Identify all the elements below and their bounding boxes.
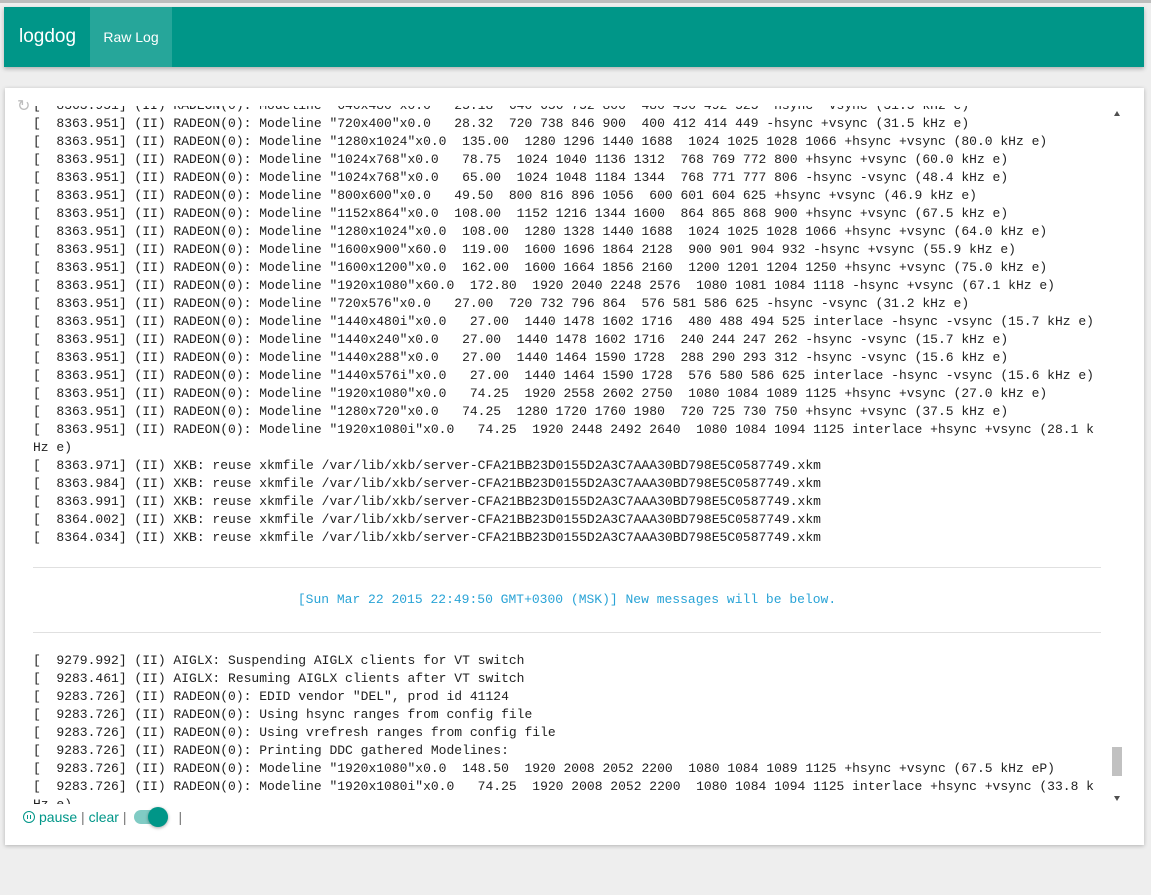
log-line: [ 8363.951] (II) RADEON(0): Modeline "14… — [33, 350, 1009, 365]
window-top-border — [0, 0, 1151, 3]
reload-icon[interactable]: ↻ — [17, 99, 33, 115]
log-line: [ 8363.951] (II) RADEON(0): Modeline "11… — [33, 206, 1009, 221]
log-controls: pause | clear | | — [23, 806, 182, 828]
log-line: [ 9279.992] (II) AIGLX: Suspending AIGLX… — [33, 653, 525, 668]
clear-link[interactable]: clear — [89, 806, 119, 828]
log-line: [ 9283.726] (II) RADEON(0): EDID vendor … — [33, 689, 509, 704]
log-line: [ 8363.951] (II) RADEON(0): Modeline "16… — [33, 260, 1048, 275]
log-line: [ 8363.951] (II) RADEON(0): Modeline "12… — [33, 404, 1009, 419]
log-line: [ 8364.034] (II) XKB: reuse xkmfile /var… — [33, 530, 821, 545]
scroll-up-arrow-icon[interactable] — [1114, 111, 1120, 116]
log-line: [ 8363.951] (II) RADEON(0): Modeline "14… — [33, 332, 1009, 347]
log-line: [ 9283.726] (II) RADEON(0): Modeline "19… — [33, 779, 1094, 794]
log-line: Hz e) — [33, 796, 1111, 804]
log-line: [ 8363.951] (II) RADEON(0): Modeline "19… — [33, 422, 1094, 437]
log-viewport[interactable]: [ 8363.951] (II) RADEON(0): Modeline "64… — [33, 106, 1111, 804]
log-line: [ 9283.726] (II) RADEON(0): Using hsync … — [33, 707, 533, 722]
log-line: [ 8363.951] (II) RADEON(0): Modeline "10… — [33, 152, 1009, 167]
log-line: [ 8363.951] (II) RADEON(0): Modeline "72… — [33, 296, 970, 311]
log-content: [ 8363.951] (II) RADEON(0): Modeline "64… — [33, 106, 1111, 804]
log-line: [ 8363.991] (II) XKB: reuse xkmfile /var… — [33, 494, 821, 509]
controls-separator: | — [118, 809, 127, 825]
log-line: [ 8363.971] (II) XKB: reuse xkmfile /var… — [33, 458, 821, 473]
log-line: Hz e) — [33, 440, 73, 455]
log-line: [ 9283.461] (II) AIGLX: Resuming AIGLX c… — [33, 671, 525, 686]
log-line: [ 8363.951] (II) RADEON(0): Modeline "12… — [33, 134, 1048, 149]
pause-link[interactable]: pause — [39, 806, 77, 828]
log-line: [ 8363.951] (II) RADEON(0): Modeline "10… — [33, 170, 1009, 185]
log-line: [ 8363.951] (II) RADEON(0): Modeline "16… — [33, 242, 1016, 257]
toggle-knob[interactable] — [148, 807, 169, 827]
log-lines-after: [ 9279.992] (II) AIGLX: Suspending AIGLX… — [33, 652, 1111, 804]
log-lines-before: [ 8363.951] (II) RADEON(0): Modeline "64… — [33, 106, 1111, 547]
scrollbar-thumb[interactable] — [1112, 747, 1122, 776]
log-line: [ 8363.951] (II) RADEON(0): Modeline "64… — [33, 106, 1111, 115]
log-line: [ 8363.951] (II) RADEON(0): Modeline "72… — [33, 116, 970, 131]
log-scrollbar[interactable] — [1111, 106, 1123, 804]
tab-raw-log[interactable]: Raw Log — [90, 7, 172, 67]
log-card: ↻ [ 8363.951] (II) RADEON(0): Modeline "… — [5, 88, 1144, 845]
log-line: [ 9283.726] (II) RADEON(0): Printing DDC… — [33, 743, 509, 758]
controls-separator: | — [77, 809, 89, 825]
autoscroll-toggle[interactable] — [132, 807, 169, 827]
log-line: [ 8363.951] (II) RADEON(0): Modeline "80… — [33, 188, 977, 203]
log-line: [ 8363.951] (II) RADEON(0): Modeline "14… — [33, 368, 1094, 383]
app-bar: logdog Raw Log — [4, 7, 1144, 67]
log-line: [ 8363.951] (II) RADEON(0): Modeline "14… — [33, 314, 1094, 329]
log-line: [ 8363.951] (II) RADEON(0): Modeline "19… — [33, 386, 1048, 401]
scroll-down-arrow-icon[interactable] — [1114, 796, 1120, 801]
log-line: [ 8364.002] (II) XKB: reuse xkmfile /var… — [33, 512, 821, 527]
pause-icon[interactable] — [23, 811, 35, 823]
log-line: [ 9283.726] (II) RADEON(0): Modeline "19… — [33, 761, 1055, 776]
log-line: [ 8363.951] (II) RADEON(0): Modeline "12… — [33, 224, 1048, 239]
new-messages-notice: [Sun Mar 22 2015 22:49:50 GMT+0300 (MSK)… — [297, 592, 837, 607]
log-line: [ 9283.726] (II) RADEON(0): Using vrefre… — [33, 725, 556, 740]
app-title[interactable]: logdog — [19, 7, 76, 67]
controls-separator-trailing: | — [178, 809, 183, 825]
log-line: [ 8363.951] (II) RADEON(0): Modeline "19… — [33, 278, 1055, 293]
log-line: [ 8363.984] (II) XKB: reuse xkmfile /var… — [33, 476, 821, 491]
